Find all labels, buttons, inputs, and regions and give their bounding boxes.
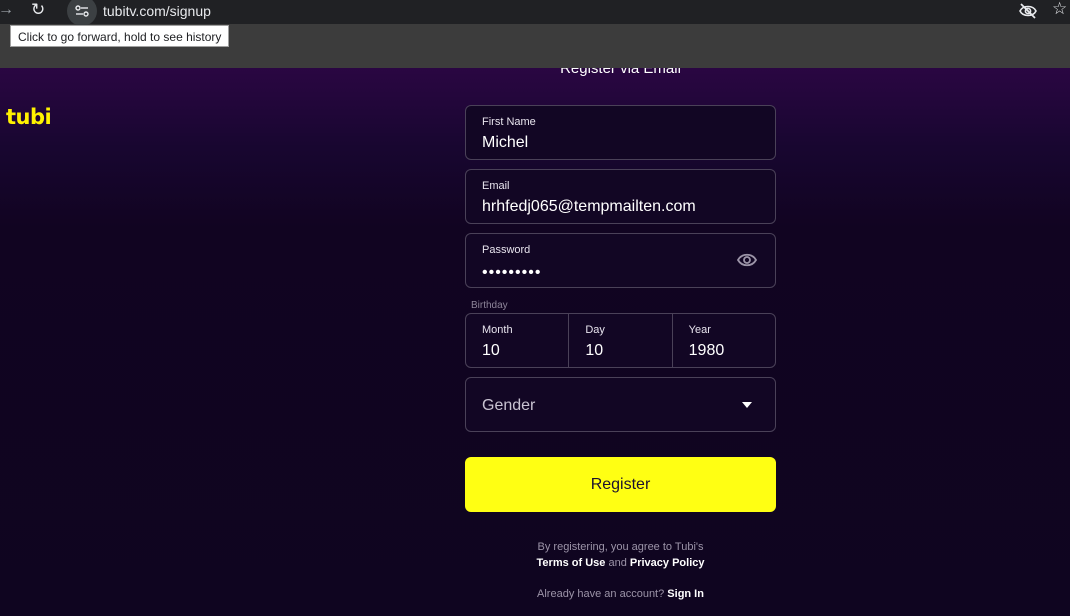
email-value: hrhfedj065@tempmailten.com [482,198,696,215]
password-field[interactable]: Password ••••••••• [465,233,776,288]
year-label: Year [688,324,711,336]
tune-icon [75,5,89,17]
forward-icon[interactable]: → [0,1,14,19]
signin-prefix: Already have an account? [537,588,665,600]
password-value: ••••••••• [482,264,542,281]
signin-prompt: Already have an account? Sign In [465,588,776,600]
first-name-value: Michel [482,134,529,151]
legal-prefix: By registering, you agree to Tubi's [537,541,704,553]
day-field[interactable]: Day 10 [568,314,671,367]
day-value: 10 [585,342,604,359]
tubi-logo[interactable]: tubi [6,105,52,129]
form-title: Register via Email [560,68,681,77]
bookmark-star-icon[interactable]: ☆ [1052,0,1067,19]
legal-notice: By registering, you agree to Tubi's Term… [465,539,776,571]
day-label: Day [585,324,605,336]
address-row: → ↻ tubitv.com/signup ☆ [0,0,1070,26]
reload-icon[interactable]: ↻ [31,0,45,20]
eye-off-icon[interactable] [1018,2,1038,20]
browser-chrome: → ↻ tubitv.com/signup ☆ Click to go forw… [0,0,1070,68]
month-value: 10 [482,342,500,359]
signin-link[interactable]: Sign In [667,588,704,600]
birthday-label: Birthday [471,300,508,311]
terms-link[interactable]: Terms of Use [537,557,606,569]
signup-page: tubi Register via Email First Name Miche… [0,68,1070,616]
month-field[interactable]: Month 10 [466,314,568,367]
birthday-group: Month 10 Day 10 Year 1980 [465,313,776,368]
year-value: 1980 [688,342,725,359]
first-name-label: First Name [482,116,536,128]
email-label: Email [482,180,510,192]
privacy-link[interactable]: Privacy Policy [630,557,705,569]
email-field[interactable]: Email hrhfedj065@tempmailten.com [465,169,776,224]
address-bar[interactable]: tubitv.com/signup [103,3,211,19]
register-button[interactable]: Register [465,457,776,512]
month-label: Month [482,324,513,336]
legal-and: and [608,557,627,569]
gender-placeholder: Gender [482,397,536,414]
chevron-down-icon [742,402,752,408]
first-name-field[interactable]: First Name Michel [465,105,776,160]
year-field[interactable]: Year 1980 [671,314,775,367]
show-password-icon[interactable] [736,251,758,269]
gender-select[interactable]: Gender [465,377,776,432]
forward-tooltip: Click to go forward, hold to see history [10,25,230,47]
password-label: Password [482,244,531,256]
site-info-button[interactable] [67,0,97,26]
